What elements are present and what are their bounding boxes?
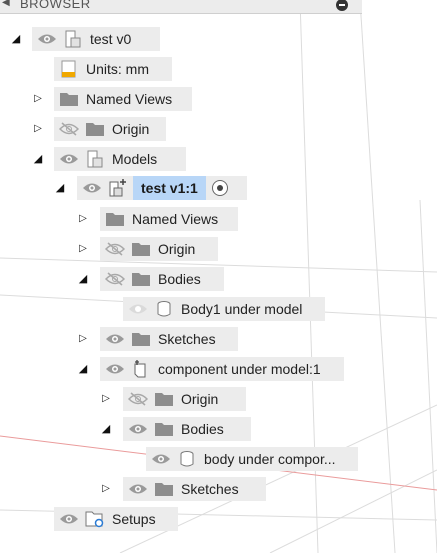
eye-icon[interactable] <box>58 149 80 169</box>
expand-triangle-icon[interactable]: ▷ <box>99 477 113 501</box>
tree-node-origin-2[interactable]: ▷ Origin <box>0 237 260 261</box>
folder-icon <box>130 269 152 289</box>
eye-icon[interactable] <box>104 329 126 349</box>
component-icon <box>130 359 152 379</box>
tree-node-body1[interactable]: Body1 under model <box>0 297 340 321</box>
collapse-triangle-icon[interactable]: ◢ <box>31 147 45 171</box>
folder-icon <box>58 89 80 109</box>
tree-node-body-under-component[interactable]: body under compor... <box>0 447 380 471</box>
expand-triangle-icon[interactable]: ▷ <box>76 237 90 261</box>
ruler-icon <box>58 59 80 79</box>
collapse-triangle-icon[interactable]: ◢ <box>76 267 90 291</box>
expand-triangle-icon[interactable]: ▷ <box>76 207 90 231</box>
tree-node-models[interactable]: ◢ Models <box>0 147 200 171</box>
tree-node-label: Sketches <box>181 481 239 497</box>
tree-node-named-views-2[interactable]: ▷ Named Views <box>0 207 260 231</box>
minus-circle-icon[interactable] <box>336 0 348 11</box>
tree-node-label: Named Views <box>132 211 219 227</box>
body-icon <box>153 299 175 319</box>
tree-node-sketches-2[interactable]: ▷ Sketches <box>0 477 280 501</box>
tree-node-label: Origin <box>181 391 219 407</box>
collapse-triangle-icon[interactable]: ◢ <box>76 357 90 381</box>
tree-node-label: Models <box>112 151 158 167</box>
tree-node-label: body under compor... <box>204 451 336 467</box>
eye-icon[interactable] <box>127 419 149 439</box>
setups-icon <box>84 509 106 529</box>
tree-node-test-v1[interactable]: ◢ test v1:1 <box>0 176 260 200</box>
tree-node-sketches[interactable]: ▷ Sketches <box>0 327 260 351</box>
eye-icon[interactable] <box>127 479 149 499</box>
collapse-triangle-icon[interactable]: ◢ <box>99 417 113 441</box>
tree-node-origin-3[interactable]: ▷ Origin <box>0 387 260 411</box>
eye-hidden-icon[interactable] <box>58 119 80 139</box>
collapse-triangle-icon[interactable]: ◢ <box>9 27 23 51</box>
eye-icon[interactable] <box>104 359 126 379</box>
tree-node-label: Setups <box>112 511 156 527</box>
tree-node-origin[interactable]: ▷ Origin <box>0 117 200 141</box>
collapse-triangle-icon[interactable]: ◢ <box>53 176 67 200</box>
document-icon <box>62 29 84 49</box>
eye-icon[interactable] <box>36 29 58 49</box>
eye-icon[interactable] <box>150 449 172 469</box>
tree-node-setups[interactable]: Setups <box>0 507 200 531</box>
expand-triangle-icon[interactable]: ▷ <box>99 387 113 411</box>
folder-icon <box>130 329 152 349</box>
body-icon <box>176 449 198 469</box>
linked-component-icon <box>107 178 129 198</box>
eye-icon[interactable] <box>58 509 80 529</box>
tree-node-bodies[interactable]: ◢ Bodies <box>0 267 260 291</box>
active-radio-icon[interactable] <box>211 180 228 196</box>
browser-header: ◀ BROWSER <box>0 0 362 14</box>
tree-node-root[interactable]: ◢ test v0 <box>0 27 200 51</box>
tree-node-label: Bodies <box>158 271 201 287</box>
tree-node-named-views[interactable]: ▷ Named Views <box>0 87 200 111</box>
tree-node-bodies-2[interactable]: ◢ Bodies <box>0 417 260 441</box>
eye-faded-icon[interactable] <box>127 299 149 319</box>
expand-triangle-icon[interactable]: ▷ <box>31 87 45 111</box>
folder-icon <box>153 419 175 439</box>
tree-node-label: Sketches <box>158 331 216 347</box>
tree-node-label: Origin <box>158 241 196 257</box>
tree-node-label: Body1 under model <box>181 301 303 317</box>
tree-node-label: test v1:1 <box>133 176 206 200</box>
tree-node-label: Bodies <box>181 421 224 437</box>
document-icon <box>84 149 106 169</box>
eye-hidden-icon[interactable] <box>127 389 149 409</box>
caret-left-icon[interactable]: ◀ <box>2 0 10 8</box>
expand-triangle-icon[interactable]: ▷ <box>31 117 45 141</box>
browser-title: BROWSER <box>20 0 91 11</box>
folder-icon <box>104 209 126 229</box>
tree-node-component[interactable]: ◢ component under model:1 <box>0 357 360 381</box>
tree-node-label: test v0 <box>90 31 132 47</box>
tree-node-label: Units: mm <box>86 61 149 77</box>
eye-hidden-icon[interactable] <box>104 269 126 289</box>
eye-icon[interactable] <box>81 178 103 198</box>
tree-node-label: component under model:1 <box>158 361 321 377</box>
folder-icon <box>84 119 106 139</box>
expand-triangle-icon[interactable]: ▷ <box>76 327 90 351</box>
tree-node-units[interactable]: Units: mm <box>0 57 200 81</box>
folder-icon <box>153 479 175 499</box>
folder-icon <box>130 239 152 259</box>
tree-node-label: Origin <box>112 121 150 137</box>
eye-hidden-icon[interactable] <box>104 239 126 259</box>
folder-icon <box>153 389 175 409</box>
tree-node-label: Named Views <box>86 91 173 107</box>
